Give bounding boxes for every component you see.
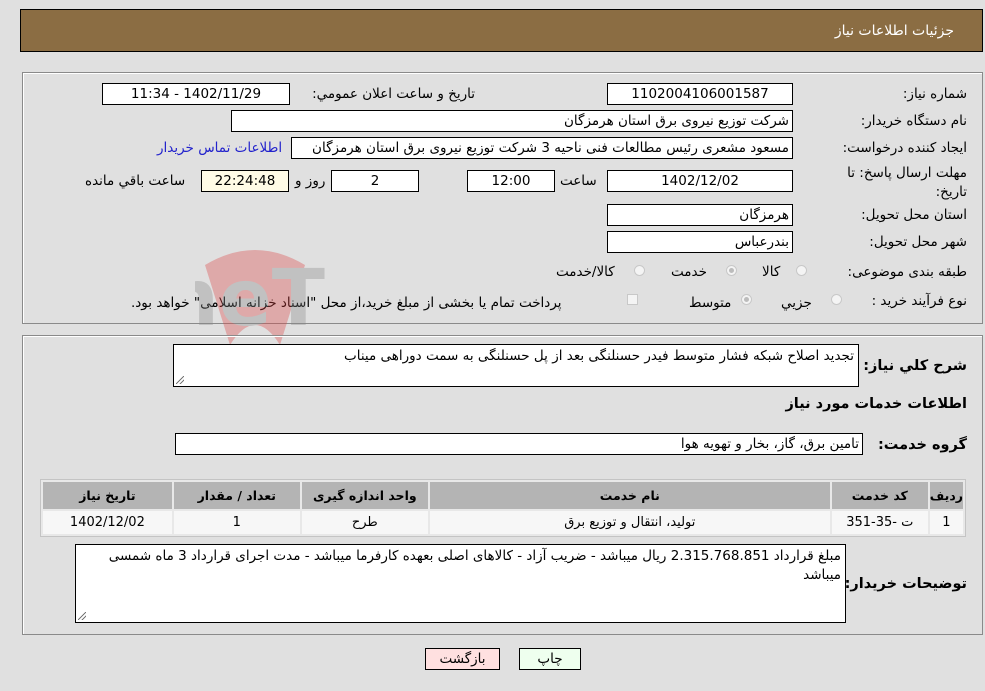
description-text: تجدید اصلاح شبکه فشار متوسط فیدر حسنلنگی… bbox=[344, 348, 854, 364]
remaining-time-label: ساعت باقي مانده bbox=[85, 173, 186, 189]
province-field: هرمزگان bbox=[607, 204, 793, 226]
category-option-goods: کالا bbox=[762, 264, 781, 280]
requester-field: مسعود مشعری رئیس مطالعات فنی ناحیه 3 شرک… bbox=[291, 137, 793, 159]
category-radio-goods-service[interactable] bbox=[634, 265, 645, 276]
service-group-label: گروه خدمت: bbox=[877, 437, 967, 453]
treasury-note: پرداخت تمام یا بخشی از مبلغ خرید،از محل … bbox=[131, 295, 562, 311]
purchase-radio-minor[interactable] bbox=[831, 294, 842, 305]
cell-need-date: 1402/12/02 bbox=[43, 511, 172, 534]
purchase-radio-medium[interactable] bbox=[741, 294, 752, 305]
col-header-service-name: نام خدمت bbox=[429, 482, 830, 509]
col-header-unit: واحد اندازه گيری bbox=[301, 482, 428, 509]
buyer-notes-textarea[interactable]: مبلغ قرارداد 2.315.768.851 ریال میباشد -… bbox=[75, 544, 846, 623]
page-title: جزئیات اطلاعات نیاز bbox=[834, 23, 954, 39]
description-textarea[interactable]: تجدید اصلاح شبکه فشار متوسط فیدر حسنلنگی… bbox=[173, 344, 859, 387]
col-header-service-code: کد خدمت bbox=[831, 482, 928, 509]
requester-label: ايجاد کننده درخواست: bbox=[842, 140, 967, 156]
service-group-field: تامين برق، گاز، بخار و تهويه هوا bbox=[175, 433, 863, 455]
city-label: شهر محل تحویل: bbox=[869, 234, 967, 250]
buyer-contact-link[interactable]: اطلاعات تماس خريدار bbox=[157, 140, 282, 156]
print-button[interactable]: چاپ bbox=[519, 648, 581, 670]
cell-quantity: 1 bbox=[173, 511, 300, 534]
province-label: استان محل تحویل: bbox=[861, 207, 967, 223]
buyer-org-field: شرکت توزیع نیروی برق استان هرمزگان bbox=[231, 110, 793, 132]
need-number-field: 1102004106001587 bbox=[607, 83, 793, 105]
deadline-days-field: 2 bbox=[331, 170, 419, 192]
deadline-label: مهلت ارسال پاسخ: تا تاریخ: bbox=[847, 165, 967, 200]
back-button[interactable]: بازگشت bbox=[425, 648, 500, 670]
services-table: رديف کد خدمت نام خدمت واحد اندازه گيری ت… bbox=[40, 479, 966, 537]
col-header-need-date: تاريخ نياز bbox=[43, 482, 172, 509]
cell-service-name: تولید، انتقال و توزیع برق bbox=[429, 511, 830, 534]
deadline-days-label: روز و bbox=[295, 173, 326, 189]
category-option-goods-service: کالا/خدمت bbox=[556, 264, 615, 280]
deadline-time-field: 12:00 bbox=[467, 170, 555, 192]
col-header-row-no: رديف bbox=[929, 482, 963, 509]
purchase-type-label: نوع فرآیند خرید : bbox=[871, 293, 967, 309]
announce-datetime-label: تاریخ و ساعت اعلان عمومي: bbox=[312, 86, 475, 102]
treasury-checkbox[interactable] bbox=[627, 294, 638, 305]
col-header-quantity: تعداد / مقدار bbox=[173, 482, 300, 509]
category-label: طبقه بندی موضوعی: bbox=[847, 264, 967, 280]
category-option-service: خدمت bbox=[671, 264, 707, 280]
category-radio-service[interactable] bbox=[726, 265, 737, 276]
buyer-org-label: نام دستگاه خريدار: bbox=[860, 113, 967, 129]
remaining-time-field: 22:24:48 bbox=[201, 170, 289, 192]
table-row: 1 ت -35-351 تولید، انتقال و توزیع برق طر… bbox=[43, 511, 963, 534]
buyer-notes-label: توضیحات خریدار: bbox=[844, 576, 967, 592]
cell-service-code: ت -35-351 bbox=[831, 511, 928, 534]
need-number-label: شماره نیاز: bbox=[902, 86, 967, 102]
purchase-option-medium: متوسط bbox=[689, 295, 732, 311]
cell-row-no: 1 bbox=[929, 511, 963, 534]
page-header: جزئیات اطلاعات نیاز bbox=[20, 9, 983, 52]
table-header-row: رديف کد خدمت نام خدمت واحد اندازه گيری ت… bbox=[43, 482, 963, 509]
purchase-option-minor: جزيي bbox=[781, 295, 812, 311]
deadline-date-field: 1402/12/02 bbox=[607, 170, 793, 192]
category-radio-goods[interactable] bbox=[796, 265, 807, 276]
description-label: شرح کلي نياز: bbox=[863, 358, 967, 374]
city-field: بندرعباس bbox=[607, 231, 793, 253]
deadline-time-label: ساعت bbox=[560, 173, 597, 189]
cell-unit: طرح bbox=[301, 511, 428, 534]
resize-grip-icon[interactable] bbox=[78, 612, 86, 620]
buyer-notes-text: مبلغ قرارداد 2.315.768.851 ریال میباشد -… bbox=[108, 548, 841, 583]
resize-grip-icon[interactable] bbox=[176, 376, 184, 384]
announce-datetime-field: 1402/11/29 - 11:34 bbox=[102, 83, 290, 105]
services-section-title: اطلاعات خدمات مورد نياز bbox=[785, 396, 967, 412]
